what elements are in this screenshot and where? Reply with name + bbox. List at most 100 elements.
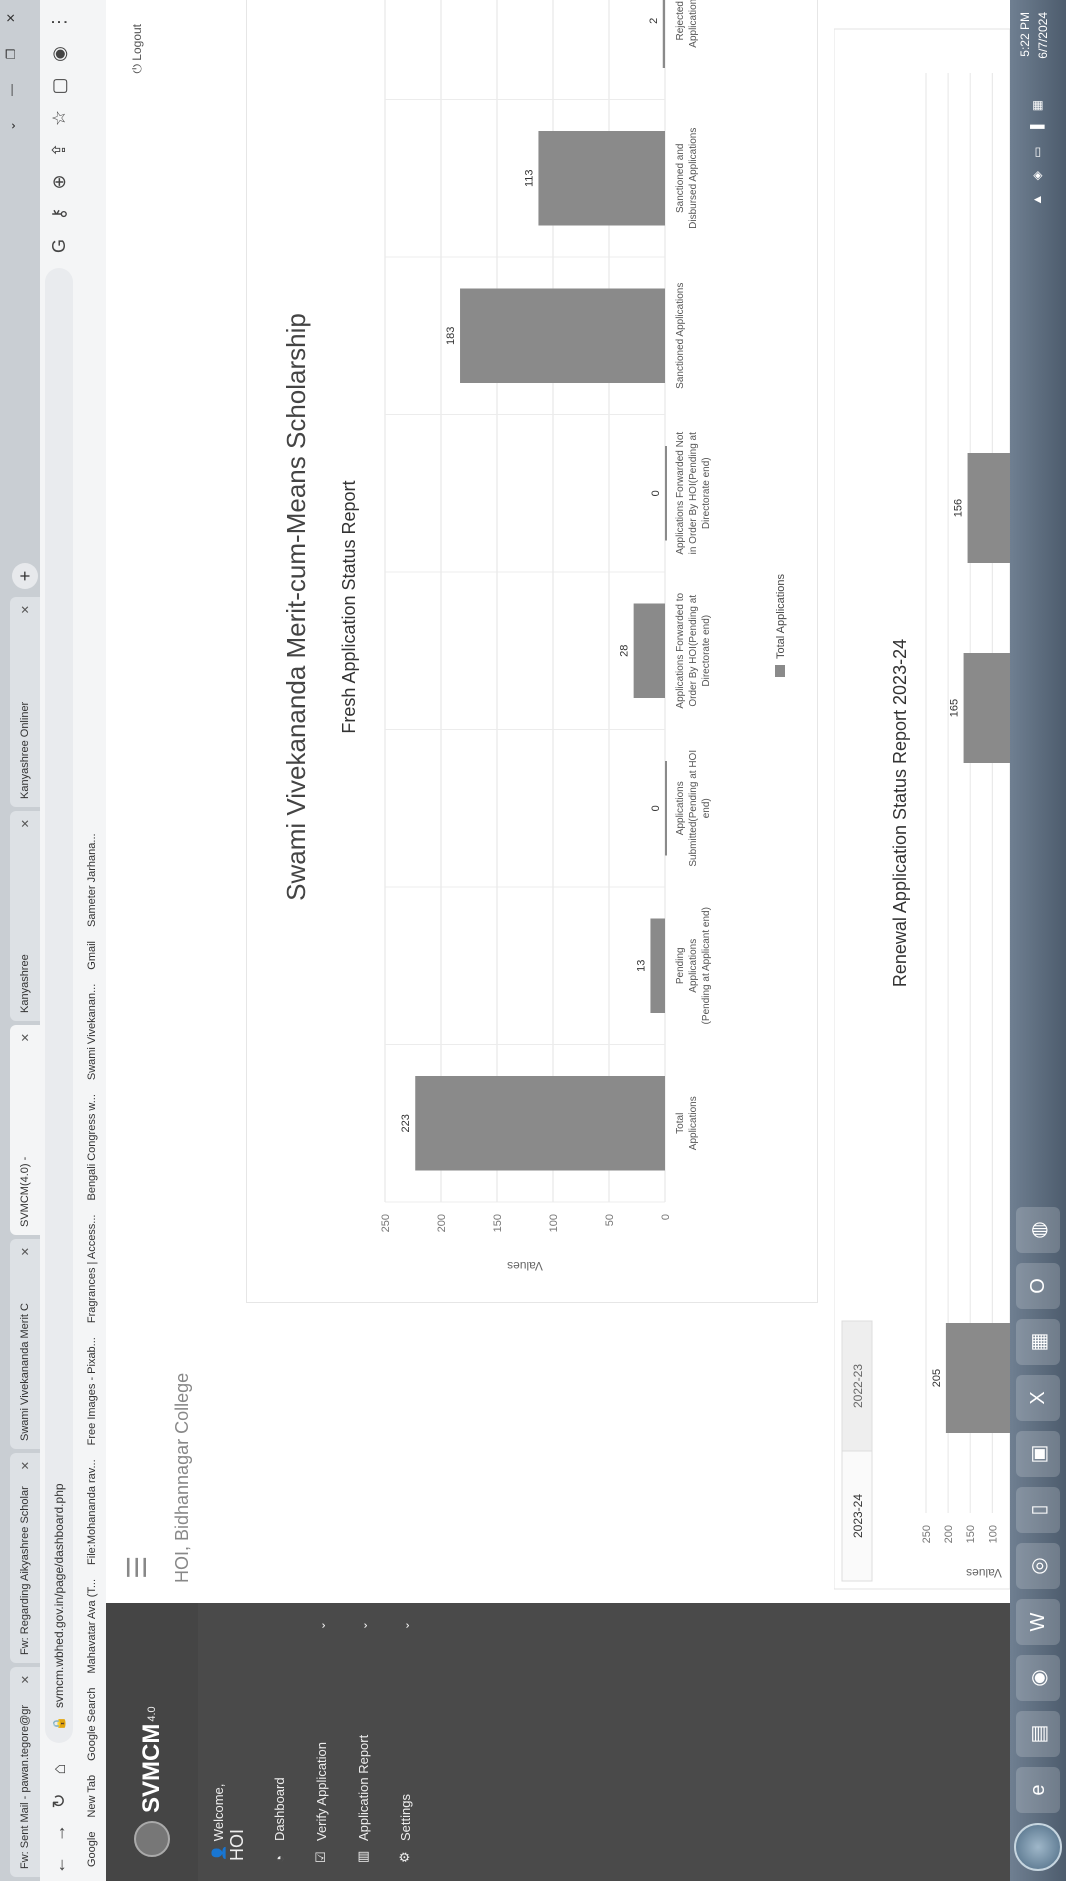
sidebar-item-verify-application[interactable]: ☑ Verify Application ⌄ bbox=[300, 1603, 342, 1881]
renewal-application-chart: 2023-24 2022-23 Renewal Application Status… bbox=[834, 28, 1011, 1590]
avatar[interactable]: ◉ bbox=[49, 38, 70, 70]
menu-icon[interactable]: ⋮ bbox=[49, 6, 70, 38]
sidebar-item-dashboard[interactable]: ◔ Dashboard bbox=[258, 1603, 300, 1881]
browser-tab[interactable]: Fw: Sent Mail - pawan.tegore@gr ✕ bbox=[10, 1667, 40, 1877]
zoom-icon[interactable]: ⊕ bbox=[49, 166, 70, 198]
tab-label: Fw: Regarding Aikyashree Scholar bbox=[19, 1486, 31, 1655]
key-icon[interactable]: ⚷ bbox=[49, 198, 70, 230]
bookmark[interactable]: File:Mohananda rav... bbox=[86, 1459, 98, 1565]
bookmark[interactable]: New Tab bbox=[86, 1775, 98, 1818]
x-tick-label: Applications bbox=[688, 939, 699, 993]
close-window-button[interactable]: ✕ bbox=[0, 0, 22, 36]
x-tick-label: Applications bbox=[688, 1096, 699, 1150]
reload-icon[interactable]: ↻ bbox=[49, 1785, 70, 1817]
x-tick-label: Applications Forwarded to bbox=[675, 593, 686, 709]
y-tick-label: 50 bbox=[604, 1214, 616, 1226]
app-icon[interactable]: ▣ bbox=[1016, 1431, 1060, 1477]
start-button[interactable] bbox=[1014, 1823, 1062, 1871]
bar bbox=[665, 761, 667, 856]
explorer-icon[interactable]: ▤ bbox=[1016, 1711, 1060, 1757]
sidebar-item-application-report[interactable]: ▥ Application Report ⌄ bbox=[342, 1603, 384, 1881]
ie-icon[interactable]: e bbox=[1016, 1767, 1060, 1813]
sidebar-item-settings[interactable]: ⚙ Settings ⌄ bbox=[384, 1603, 426, 1881]
translate-icon[interactable]: G bbox=[49, 230, 70, 262]
tray-icons[interactable]: ▲ ◈ ▭ ▐ ▦ bbox=[1030, 95, 1044, 206]
bookmark[interactable]: Fragrances | Access... bbox=[86, 1215, 98, 1324]
y-tick-label: 150 bbox=[492, 1214, 504, 1232]
opera-icon[interactable]: O bbox=[1016, 1263, 1060, 1309]
browser-tab[interactable]: Swami Vivekananda Merit C ✕ bbox=[10, 1239, 40, 1449]
data-label: 205 bbox=[931, 1369, 943, 1387]
address-bar[interactable]: 🔒 svmcm.wbhed.gov.in/page/dashboard.php bbox=[45, 268, 73, 1743]
bar bbox=[650, 918, 666, 1013]
minimize-button[interactable]: — bbox=[0, 72, 22, 108]
bookmark[interactable]: Google bbox=[86, 1832, 98, 1867]
browser-tab[interactable]: Fw: Regarding Aikyashree Scholar ✕ bbox=[10, 1453, 40, 1663]
sidebar-item-label: Verify Application bbox=[313, 1741, 329, 1841]
browser-tab-active[interactable]: SVMCM(4.0) - ✕ bbox=[10, 1025, 40, 1235]
close-icon[interactable]: ✕ bbox=[19, 1461, 32, 1470]
word-icon[interactable]: W bbox=[1016, 1599, 1060, 1645]
x-tick-label: end) bbox=[701, 798, 712, 818]
bookmark[interactable]: Swami Vivekanan... bbox=[86, 984, 98, 1080]
window-controls: ⌄ — ❐ ✕ bbox=[0, 0, 40, 144]
welcome-text: Welcome, bbox=[211, 1783, 226, 1842]
fresh-report-card: Swami Vivekananda Merit-cum-Means Schola… bbox=[246, 0, 818, 1303]
clock[interactable]: 5:22 PM 6/7/2024 bbox=[1016, 12, 1052, 59]
data-label: 0 bbox=[650, 805, 662, 811]
dashboard-icon: ◔ bbox=[271, 1855, 287, 1863]
chrome-icon[interactable]: ◉ bbox=[1016, 1655, 1060, 1701]
close-icon[interactable]: ✕ bbox=[19, 819, 32, 828]
excel-icon[interactable]: X bbox=[1016, 1375, 1060, 1421]
logout-link[interactable]: ⏻ Logout bbox=[130, 24, 145, 74]
legend-swatch bbox=[775, 665, 785, 677]
close-icon[interactable]: ✕ bbox=[19, 1033, 32, 1042]
new-tab-button[interactable]: + bbox=[12, 563, 38, 589]
bookmark[interactable]: Bengali Congress w... bbox=[86, 1094, 98, 1200]
chevron-down-icon: ⌄ bbox=[357, 1621, 370, 1631]
calendar-icon[interactable]: ▦ bbox=[1016, 1319, 1060, 1365]
lock-icon: 🔒 bbox=[52, 1716, 66, 1731]
browser-tab[interactable]: Kanyashree Onliner ✕ bbox=[10, 597, 40, 807]
x-tick-label: Sanctioned Applications bbox=[675, 283, 686, 389]
user-icon: 👤 bbox=[211, 1844, 226, 1861]
logout-icon: ⏻ bbox=[129, 60, 144, 74]
user-role: HOI bbox=[227, 1828, 247, 1861]
hamburger-icon[interactable]: ☰ bbox=[122, 1556, 153, 1579]
bookmarks-bar: Google New Tab Google Search Mahavatar A… bbox=[78, 0, 107, 1881]
bar bbox=[963, 653, 1010, 763]
x-tick-label: Applications Forwarded Not bbox=[675, 432, 686, 555]
chevron-down-icon: ⌄ bbox=[315, 1621, 328, 1631]
chrome-icon[interactable]: ◍ bbox=[1016, 1207, 1060, 1253]
sidebar-item-label: Application Report bbox=[355, 1734, 371, 1841]
star-icon[interactable]: ☆ bbox=[49, 102, 70, 134]
share-icon[interactable]: ⇪ bbox=[49, 134, 70, 166]
close-icon[interactable]: ✕ bbox=[19, 605, 32, 614]
chrome-icon[interactable]: ◎ bbox=[1016, 1543, 1060, 1589]
bookmark[interactable]: Gmail bbox=[86, 941, 98, 970]
document-icon[interactable]: ▯ bbox=[1016, 1487, 1060, 1533]
bar-chart-icon: ▥ bbox=[355, 1850, 370, 1863]
chevron-down-icon: ⌄ bbox=[399, 1621, 412, 1631]
bookmark[interactable]: Free Images - Pixab... bbox=[86, 1337, 98, 1445]
college-name: HOI, Bidhannagar College bbox=[172, 1372, 192, 1583]
close-icon[interactable]: ✕ bbox=[19, 1247, 32, 1256]
home-icon[interactable]: ⌂ bbox=[49, 1753, 70, 1785]
bookmark[interactable]: Google Search bbox=[86, 1688, 98, 1761]
bar bbox=[460, 288, 665, 383]
page-title: Swami Vivekananda Merit-cum-Means Schola… bbox=[281, 313, 311, 901]
x-tick-label: Submitted(Pending at HOI bbox=[688, 750, 699, 867]
bookmark[interactable]: Mahavatar Ava (T... bbox=[86, 1579, 98, 1674]
gear-icon: ⚙ bbox=[397, 1851, 412, 1863]
restore-button[interactable]: ❐ bbox=[0, 36, 22, 72]
chart-title: Renewal Application Status Report 2023-2… bbox=[890, 639, 910, 987]
forward-icon[interactable]: → bbox=[49, 1817, 70, 1849]
close-icon[interactable]: ✕ bbox=[19, 1675, 32, 1684]
bookmark[interactable]: Sameter Jarhana... bbox=[86, 833, 98, 927]
topbar: ☰ ⏻ Logout bbox=[106, 0, 168, 1603]
sidepanel-icon[interactable]: ▢ bbox=[49, 70, 70, 102]
back-icon[interactable]: ← bbox=[49, 1849, 70, 1881]
browser-tab[interactable]: Kanyashree ✕ bbox=[10, 811, 40, 1021]
chevron-down-icon[interactable]: ⌄ bbox=[0, 108, 22, 144]
brand[interactable]: SVMCM 4.0 bbox=[106, 1603, 198, 1881]
